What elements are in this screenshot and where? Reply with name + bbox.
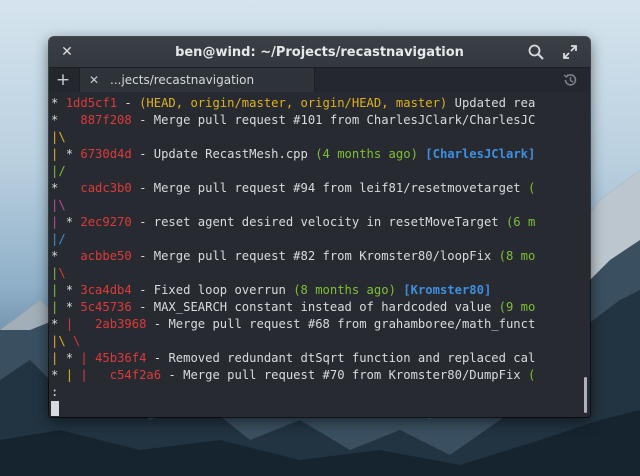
- terminal-text: - Fixed loop overrun: [131, 283, 294, 297]
- commit-date: (9 mo: [498, 300, 536, 314]
- tab-recastnavigation[interactable]: ✕ ...jects/recastnavigation: [79, 68, 315, 92]
- terminal-line: | * 3ca4db4 - Fixed loop overrun (8 mont…: [51, 282, 590, 299]
- window-title: ben@wind: ~/Projects/recastnavigation: [175, 44, 464, 60]
- terminal-text: |: [80, 351, 96, 365]
- terminal-text: *: [51, 249, 81, 263]
- commit-date: (: [527, 181, 536, 195]
- terminal-text: - Merge pull request #82 from Kromster80…: [131, 249, 499, 263]
- commit-hash: 45b36f4: [95, 351, 147, 365]
- tab-bar: + ✕ ...jects/recastnavigation: [49, 67, 590, 93]
- commit-hash: 2ab3968: [95, 317, 147, 331]
- terminal-text: |\: [51, 198, 66, 212]
- terminal-text: *: [65, 215, 81, 229]
- terminal-text: |/: [51, 232, 66, 246]
- terminal-text: - reset agent desired velocity in resetM…: [131, 215, 506, 229]
- terminal-line: * | | c54f2a6 - Merge pull request #70 f…: [51, 367, 590, 384]
- terminal-cursor: [51, 401, 59, 416]
- terminal-text: |: [65, 317, 81, 331]
- cursor-line: [51, 401, 590, 417]
- terminal-text: *: [51, 368, 66, 382]
- terminal-line: |\: [51, 197, 590, 214]
- terminal-text: *: [65, 147, 81, 161]
- commit-date: (: [527, 368, 536, 382]
- commit-author: [CharlesJClark]: [425, 147, 536, 161]
- terminal-text: - Update RecastMesh.cpp: [131, 147, 316, 161]
- terminal-text: |: [51, 215, 66, 229]
- terminal-text: -: [117, 96, 140, 110]
- terminal-text: *: [51, 317, 66, 331]
- terminal-line: | * | 45b36f4 - Removed redundant dtSqrt…: [51, 350, 590, 367]
- terminal-text: *: [65, 283, 81, 297]
- terminal-line: | * 2ec9270 - reset agent desired veloci…: [51, 214, 590, 231]
- close-window-button[interactable]: ✕: [59, 44, 75, 60]
- terminal-text: - Merge pull request #70 from Kromster80…: [161, 368, 528, 382]
- commit-hash: 2ec9270: [80, 215, 132, 229]
- terminal-line: |/: [51, 231, 590, 248]
- terminal-text: \: [58, 266, 66, 280]
- terminal-text: :: [51, 385, 59, 399]
- terminal-text: - Merge pull request #101 from CharlesJC…: [131, 113, 536, 127]
- terminal-line: * acbbe50 - Merge pull request #82 from …: [51, 248, 590, 265]
- commit-author: [Kromster80]: [403, 283, 492, 297]
- commit-hash: 6730d4d: [80, 147, 132, 161]
- maximize-icon[interactable]: [562, 44, 578, 60]
- terminal-text: - Merge pull request #68 from grahambore…: [146, 317, 536, 331]
- terminal-text: - Merge pull request #94 from leif81/res…: [131, 181, 528, 195]
- terminal-text: \: [58, 334, 74, 348]
- terminal-line: * 887f208 - Merge pull request #101 from…: [51, 112, 590, 129]
- terminal-output[interactable]: * 1dd5cf1 - (HEAD, origin/master, origin…: [49, 92, 590, 417]
- search-icon[interactable]: [527, 43, 545, 61]
- terminal-text: |: [51, 351, 66, 365]
- terminal-line: |\: [51, 129, 590, 146]
- terminal-text: \: [73, 334, 81, 348]
- terminal-text: |/: [51, 164, 66, 178]
- history-icon[interactable]: [562, 72, 578, 88]
- terminal-text: |: [51, 147, 66, 161]
- commit-hash: 1dd5cf1: [65, 96, 118, 110]
- terminal-text: - MAX_SEARCH constant instead of hardcod…: [131, 300, 499, 314]
- commit-date: (6 m: [505, 215, 536, 229]
- terminal-text: |: [51, 283, 66, 297]
- terminal-text: *: [51, 181, 81, 195]
- terminal-line: |\: [51, 265, 590, 282]
- titlebar: ✕ ben@wind: ~/Projects/recastnavigation: [49, 37, 590, 67]
- commit-hash: 887f208: [80, 113, 132, 127]
- terminal-line: | * 6730d4d - Update RecastMesh.cpp (4 m…: [51, 146, 590, 163]
- commit-date: (8 months ago): [293, 283, 396, 297]
- terminal-text: |: [80, 368, 110, 382]
- close-tab-icon[interactable]: ✕: [86, 73, 102, 87]
- commit-hash: 3ca4db4: [80, 283, 132, 297]
- commit-hash: acbbe50: [80, 249, 132, 263]
- terminal-line: :: [51, 384, 590, 401]
- terminal-line: * cadc3b0 - Merge pull request #94 from …: [51, 180, 590, 197]
- terminal-text: *: [65, 351, 81, 365]
- terminal-text: *: [51, 96, 66, 110]
- commit-hash: 5c45736: [80, 300, 132, 314]
- tab-label: ...jects/recastnavigation: [110, 73, 255, 87]
- terminal-text: *: [65, 300, 81, 314]
- commit-date: (8 mo: [498, 249, 536, 263]
- terminal-text: |: [51, 300, 66, 314]
- scrollbar[interactable]: [584, 377, 587, 413]
- terminal-window: ✕ ben@wind: ~/Projects/recastnavigation …: [49, 37, 590, 417]
- terminal-line: * | 2ab3968 - Merge pull request #68 fro…: [51, 316, 590, 333]
- terminal-text: |\: [51, 130, 66, 144]
- new-tab-button[interactable]: +: [49, 68, 77, 92]
- terminal-line: | * 5c45736 - MAX_SEARCH constant instea…: [51, 299, 590, 316]
- terminal-line: |\ \: [51, 333, 590, 350]
- terminal-text: Updated rea: [447, 96, 536, 110]
- terminal-text: - Removed redundant dtSqrt function and …: [146, 351, 536, 365]
- terminal-text: *: [51, 113, 81, 127]
- terminal-line: * 1dd5cf1 - (HEAD, origin/master, origin…: [51, 95, 590, 112]
- terminal-text: |: [65, 368, 81, 382]
- terminal-line: |/: [51, 163, 590, 180]
- commit-hash: cadc3b0: [80, 181, 132, 195]
- commit-refs: (HEAD, origin/master, origin/HEAD, maste…: [139, 96, 448, 110]
- commit-hash: c54f2a6: [109, 368, 162, 382]
- commit-date: (4 months ago): [315, 147, 418, 161]
